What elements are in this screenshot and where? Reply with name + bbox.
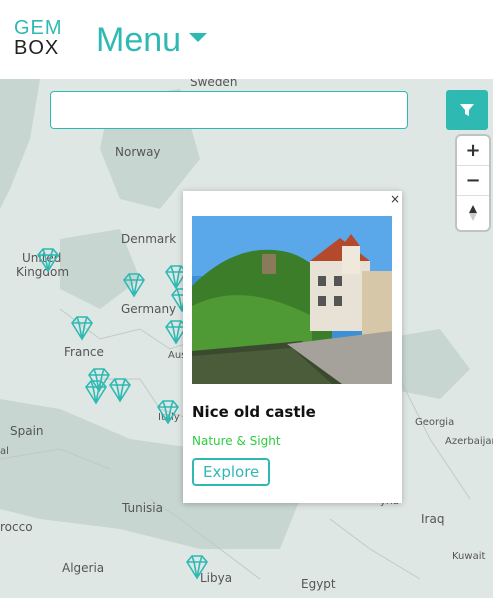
- gem-marker-icon[interactable]: [183, 554, 211, 580]
- gem-marker-icon[interactable]: [34, 247, 62, 273]
- search-input[interactable]: [50, 91, 408, 129]
- place-popup: × Nice old castle Nature & Sight Explore: [183, 191, 402, 503]
- map-label-portugal: al: [0, 446, 9, 457]
- map-label-algeria: Algeria: [62, 561, 105, 575]
- zoom-out-button[interactable]: −: [457, 166, 489, 196]
- map-label-tunisia: Tunisia: [122, 501, 163, 515]
- menu-toggle[interactable]: Menu: [96, 18, 208, 62]
- filter-icon: [460, 104, 474, 116]
- map-label-france: France: [64, 345, 104, 359]
- map-label-iraq: Iraq: [421, 512, 445, 526]
- logo-text-top: GEM: [14, 17, 63, 39]
- place-title: Nice old castle: [192, 403, 316, 421]
- gem-marker-icon[interactable]: [106, 377, 134, 403]
- map-label-georgia: Georgia: [415, 417, 455, 428]
- explore-button[interactable]: Explore: [192, 458, 271, 486]
- reset-north-button[interactable]: [457, 196, 489, 230]
- gem-marker-icon[interactable]: [120, 272, 148, 298]
- map-label-azerbaijan: Azerbaijan: [445, 436, 493, 447]
- map-label-morocco: rocco: [0, 520, 33, 534]
- gem-marker-icon[interactable]: [68, 315, 96, 341]
- zoom-controls: + −: [457, 136, 489, 230]
- map-canvas[interactable]: Sweden Norway Denmark United Kingdom Ger…: [0, 79, 493, 598]
- map-label-norway: Norway: [115, 145, 161, 159]
- zoom-in-button[interactable]: +: [457, 136, 489, 166]
- filter-button[interactable]: [446, 90, 488, 130]
- map-label-egypt: Egypt: [301, 577, 336, 591]
- gembox-logo[interactable]: GEM BOX: [14, 18, 66, 60]
- map-label-spain: Spain: [10, 424, 44, 438]
- menu-label: Menu: [96, 20, 182, 59]
- gem-marker-icon[interactable]: [154, 399, 182, 425]
- logo-text-bottom: BOX: [14, 37, 60, 59]
- map-label-denmark: Denmark: [121, 232, 177, 246]
- map-label-kuwait: Kuwait: [452, 551, 486, 562]
- compass-icon: [469, 205, 477, 221]
- place-photo: [192, 216, 392, 384]
- map-label-sweden: Sweden: [190, 79, 238, 89]
- app-header: GEM BOX Menu: [0, 0, 493, 79]
- place-category: Nature & Sight: [192, 434, 281, 448]
- caret-down-icon: [189, 32, 208, 42]
- close-icon[interactable]: ×: [390, 193, 400, 205]
